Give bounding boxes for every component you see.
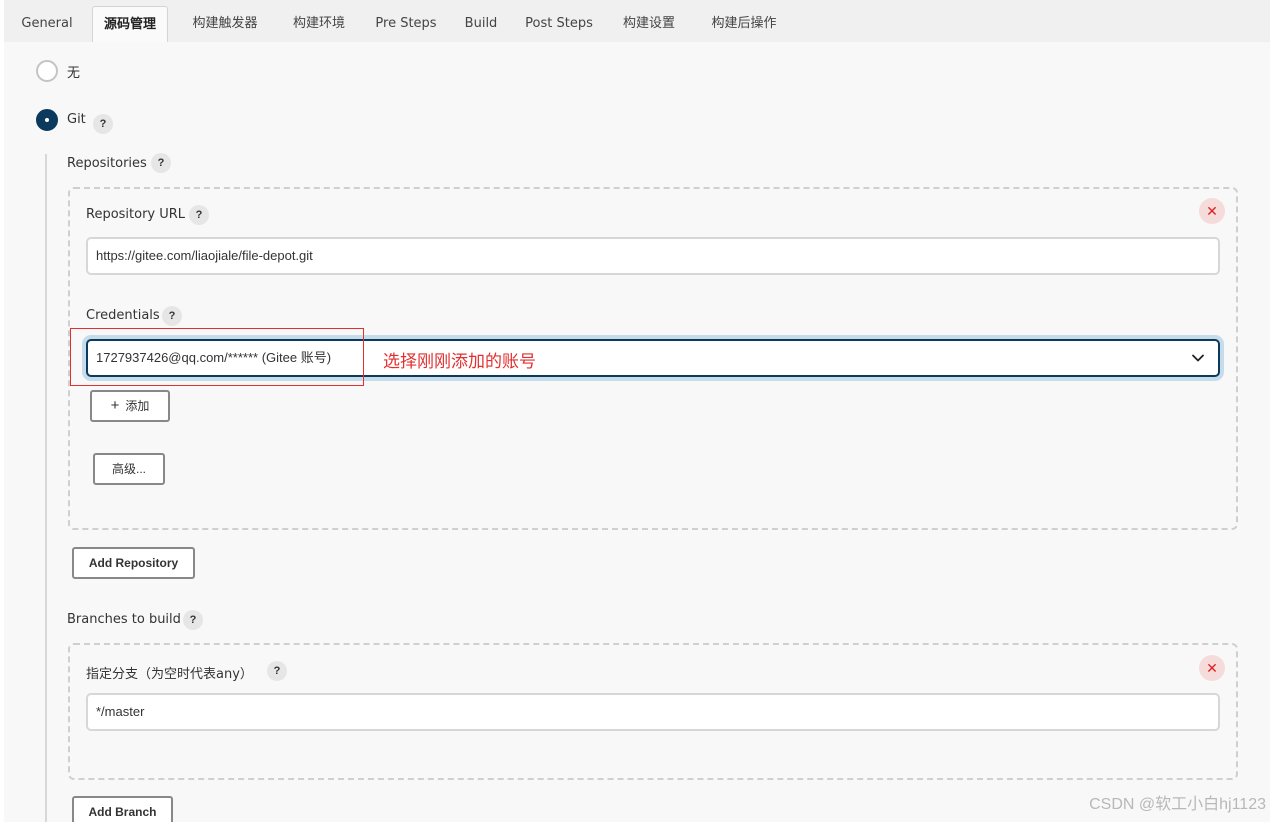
branches-help-icon[interactable]: ? <box>183 610 203 630</box>
add-repository-button[interactable]: Add Repository <box>72 547 195 579</box>
repository-url-help-icon[interactable]: ? <box>189 205 209 225</box>
tab-build-triggers[interactable]: 构建触发器 <box>184 6 266 42</box>
git-section-guide <box>45 154 47 822</box>
tab-build[interactable]: Build <box>458 6 504 42</box>
tab-source-control[interactable]: 源码管理 <box>92 6 168 42</box>
add-credentials-button[interactable]: + 添加 <box>90 390 170 422</box>
scm-git-label: Git <box>67 112 86 127</box>
delete-branch-icon[interactable]: ✕ <box>1199 655 1225 681</box>
scm-none-radio[interactable] <box>36 60 58 82</box>
branch-specifier-label: 指定分支（为空时代表any） <box>86 667 253 682</box>
scm-git-radio[interactable] <box>36 109 58 131</box>
scm-none-label: 无 <box>67 66 81 81</box>
annotation-highlight-box <box>70 328 364 386</box>
repository-url-input[interactable]: https://gitee.com/liaojiale/file-depot.g… <box>86 237 1220 275</box>
branch-specifier-input[interactable]: */master <box>86 693 1220 731</box>
git-help-icon[interactable]: ? <box>93 114 113 134</box>
credentials-help-icon[interactable]: ? <box>162 306 182 326</box>
annotation-text: 选择刚刚添加的账号 <box>383 352 536 372</box>
repositories-help-icon[interactable]: ? <box>151 153 171 173</box>
tab-post-steps[interactable]: Post Steps <box>520 6 598 42</box>
tab-pre-steps[interactable]: Pre Steps <box>370 6 442 42</box>
watermark: CSDN @软工小白hj1123 <box>1089 796 1266 813</box>
tab-post-build-actions[interactable]: 构建后操作 <box>702 6 786 42</box>
delete-repository-icon[interactable]: ✕ <box>1199 198 1225 224</box>
repository-url-label: Repository URL <box>86 207 186 222</box>
repositories-label: Repositories <box>67 156 147 171</box>
tab-build-environment[interactable]: 构建环境 <box>284 6 354 42</box>
add-credentials-label: 添加 <box>125 399 150 413</box>
tab-general[interactable]: General <box>14 6 80 42</box>
plus-icon: + <box>110 397 120 414</box>
add-branch-button[interactable]: Add Branch <box>72 796 173 822</box>
tab-build-settings[interactable]: 构建设置 <box>614 6 684 42</box>
credentials-label: Credentials <box>86 308 160 323</box>
branch-specifier-help-icon[interactable]: ? <box>267 661 287 681</box>
branches-to-build-label: Branches to build <box>67 612 181 627</box>
advanced-button[interactable]: 高级... <box>93 453 165 485</box>
chevron-down-icon <box>1192 354 1204 362</box>
